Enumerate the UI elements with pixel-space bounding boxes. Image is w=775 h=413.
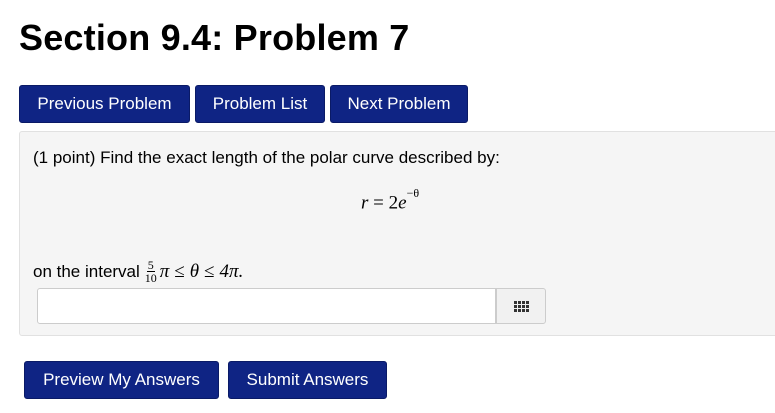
equation-equals: = [373,192,384,214]
polar-equation: r = 2e−θ [361,186,419,214]
problem-prompt: (1 point) Find the exact length of the p… [33,148,500,167]
interval-theta: θ [189,260,200,282]
equation-lhs: r [361,192,369,214]
submit-answers-button[interactable]: Submit Answers [228,361,387,399]
equation-editor-button[interactable] [496,288,546,324]
fraction-denominator: 10 [144,271,157,285]
interval-math: 5 10 π ≤ θ ≤ 4π. [145,259,244,284]
interval-upper: 4π. [219,260,244,282]
page-title: Section 9.4: Problem 7 [19,17,410,58]
problem-list-button[interactable]: Problem List [195,85,325,123]
answer-input[interactable] [37,288,496,324]
interval-le-1: ≤ [174,260,185,282]
next-problem-button[interactable]: Next Problem [330,85,468,123]
equation-coefficient: 2 [388,192,399,214]
preview-answers-button[interactable]: Preview My Answers [24,361,219,399]
interval-fraction: 5 10 [145,259,157,284]
previous-problem-button[interactable]: Previous Problem [19,85,190,123]
equation-base: e [398,192,407,214]
equation-exponent: −θ [406,186,420,200]
interval-line: on the interval 5 10 π ≤ θ ≤ 4π. [33,259,243,284]
grid-icon [513,300,529,312]
interval-pi: π [159,260,170,282]
interval-label: on the interval [33,261,140,281]
interval-le-2: ≤ [204,260,215,282]
problem-panel: (1 point) Find the exact length of the p… [19,131,775,336]
